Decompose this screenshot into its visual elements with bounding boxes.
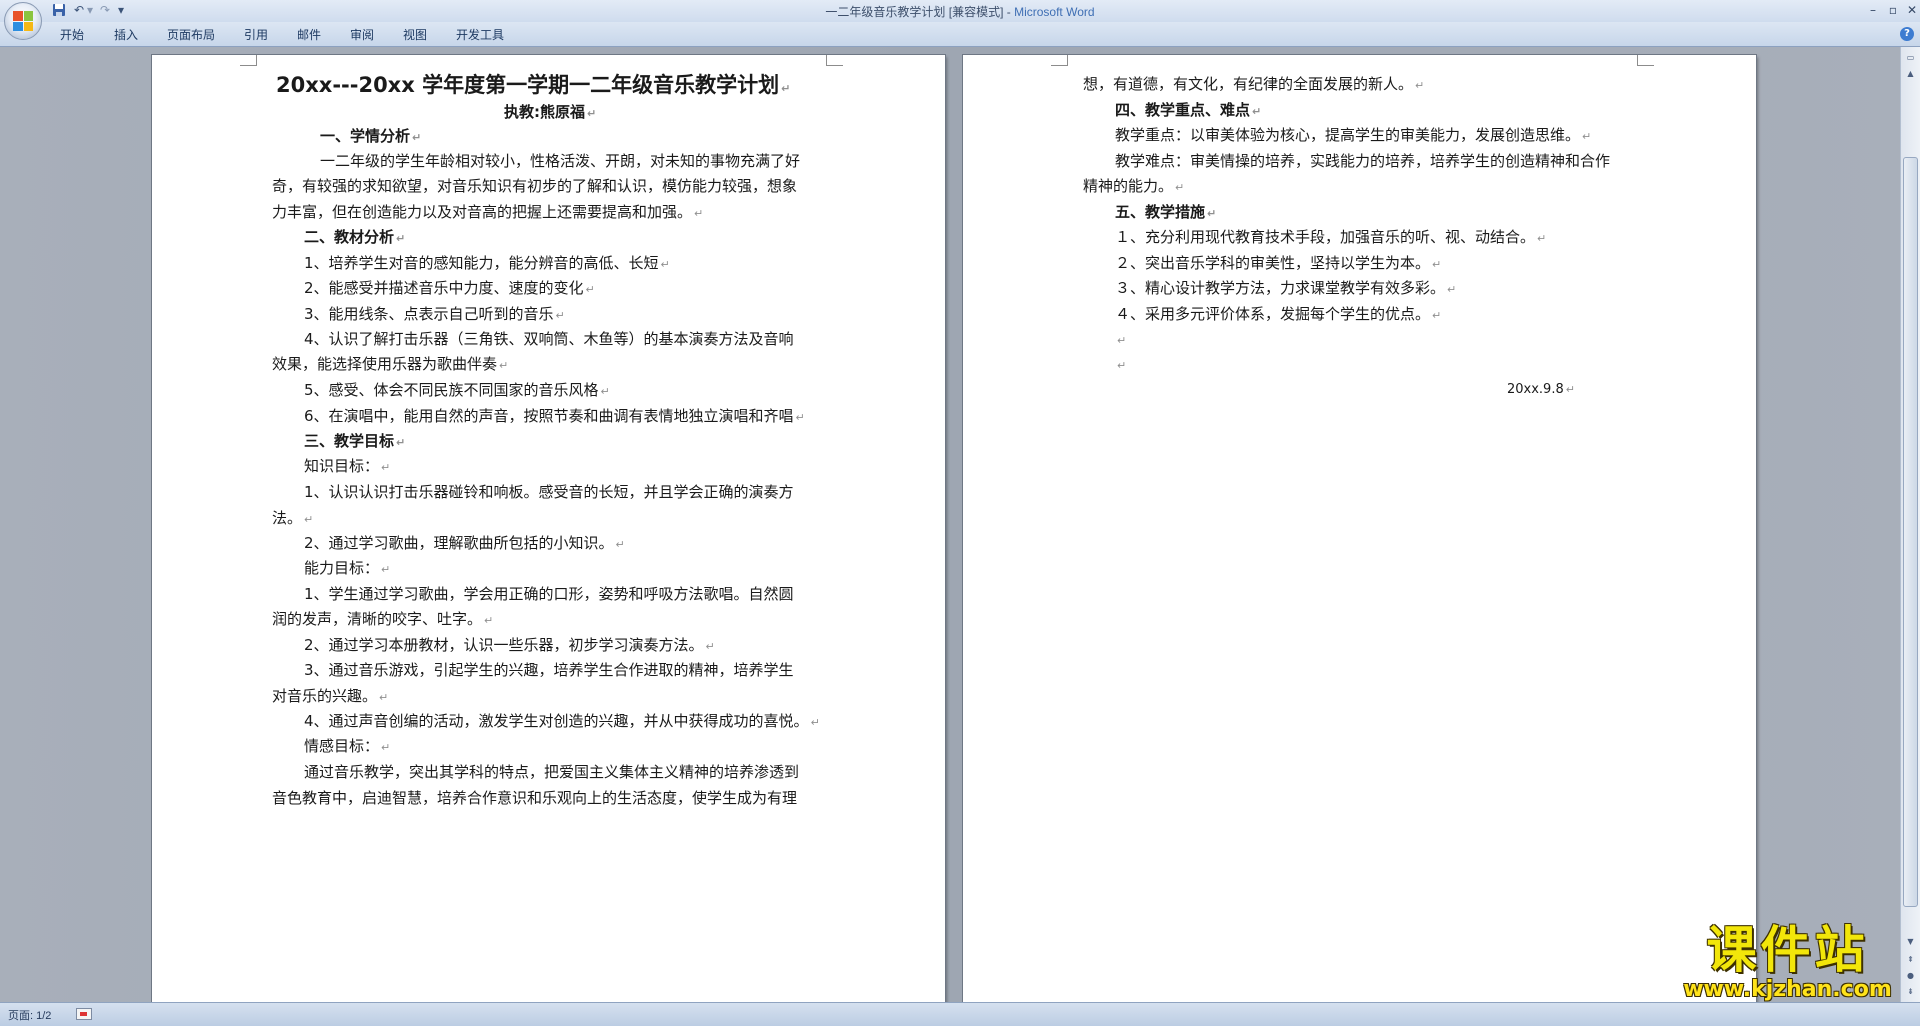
subheading[interactable]: 知识目标： ↵ <box>304 456 390 478</box>
proofing-status-icon[interactable] <box>76 1008 92 1020</box>
list-item[interactable]: 4、通过声音创编的活动，激发学生对创造的兴趣，并从中获得成功的喜悦。 ↵ <box>304 711 820 733</box>
list-item[interactable]: 1、认识认识打击乐器碰铃和响板。感受音的长短，并且学会正确的演奏方 <box>304 482 794 502</box>
paragraph-line[interactable]: 通过音乐教学，突出其学科的特点，把爱国主义集体主义精神的培养渗透到 <box>304 762 799 782</box>
list-item[interactable]: 3、能用线条、点表示自己听到的音乐 ↵ <box>304 304 565 326</box>
list-item[interactable]: 2、能感受并描述音乐中力度、速度的变化 ↵ <box>304 278 595 300</box>
ribbon-tabs: 开始 插入 页面布局 引用 邮件 审阅 视图 开发工具 ? <box>0 22 1920 47</box>
watermark-logo: 课件站 www.kjzhan.com <box>1670 922 1905 1002</box>
section-heading[interactable]: 一、学情分析 ↵ <box>320 126 421 148</box>
document-name: 一二年级音乐教学计划 [兼容模式] - <box>825 5 1015 19</box>
list-item[interactable]: 1、学生通过学习歌曲，学会用正确的口形，姿势和呼吸方法歌唱。自然圆 <box>304 584 794 604</box>
list-item[interactable]: 效果，能选择使用乐器为歌曲伴奏 ↵ <box>272 354 508 376</box>
empty-paragraph[interactable]: ↵ <box>1115 354 1126 376</box>
tab-review[interactable]: 审阅 <box>350 26 374 43</box>
list-item[interactable]: 法。 ↵ <box>272 508 313 530</box>
previous-page-icon[interactable]: ⇞ <box>1903 953 1918 967</box>
list-item[interactable]: 2、通过学习歌曲，理解歌曲所包括的小知识。 ↵ <box>304 533 625 555</box>
list-item[interactable]: ３、精心设计教学方法，力求课堂教学有效多彩。 ↵ <box>1115 278 1456 300</box>
browse-object-icon[interactable]: ● <box>1903 969 1918 983</box>
section-heading[interactable]: 二、教材分析 ↵ <box>304 227 405 249</box>
scroll-up-icon[interactable]: ▲ <box>1903 67 1918 81</box>
crop-mark <box>826 55 843 66</box>
vertical-scrollbar[interactable]: ▭ ▲ ▼ ⇞ ● ⇟ <box>1900 47 1920 1002</box>
subheading[interactable]: 能力目标： ↵ <box>304 558 390 580</box>
paragraph-line[interactable]: 一二年级的学生年龄相对较小，性格活泼、开朗，对未知的事物充满了好 <box>320 151 800 171</box>
next-page-icon[interactable]: ⇟ <box>1903 985 1918 999</box>
tab-developer[interactable]: 开发工具 <box>456 26 504 43</box>
tab-mailings[interactable]: 邮件 <box>297 26 321 43</box>
document-author[interactable]: 执教:熊原福 ↵ <box>504 102 596 124</box>
crop-mark <box>1051 55 1068 66</box>
section-heading[interactable]: 四、教学重点、难点 ↵ <box>1115 100 1261 122</box>
list-item[interactable]: 4、认识了解打击乐器（三角铁、双响筒、木鱼等）的基本演奏方法及音响 <box>304 329 794 349</box>
tab-insert[interactable]: 插入 <box>114 26 138 43</box>
window-title: 一二年级音乐教学计划 [兼容模式] - Microsoft Word <box>0 3 1920 20</box>
list-item[interactable]: 5、感受、体会不同民族不同国家的音乐风格 ↵ <box>304 380 610 402</box>
list-item[interactable]: 2、通过学习本册教材，认识一些乐器，初步学习演奏方法。 ↵ <box>304 635 715 657</box>
paragraph-line[interactable]: 精神的能力。 ↵ <box>1083 176 1184 198</box>
restore-button[interactable]: ▫ <box>1886 1 1900 19</box>
list-item[interactable]: ４、采用多元评价体系，发掘每个学生的优点。 ↵ <box>1115 304 1441 326</box>
page-count-status[interactable]: 页面: 1/2 <box>8 1007 51 1023</box>
scrollbar-thumb[interactable] <box>1903 157 1918 907</box>
list-item[interactable]: １、充分利用现代教育技术手段，加强音乐的听、视、动结合。 ↵ <box>1115 227 1546 249</box>
subheading[interactable]: 情感目标： ↵ <box>304 736 390 758</box>
scroll-down-icon[interactable]: ▼ <box>1903 935 1918 949</box>
title-bar: ↶ ▾ ↷ ▾ 一二年级音乐教学计划 [兼容模式] - Microsoft Wo… <box>0 0 1920 22</box>
paragraph-line[interactable]: 教学难点：审美情操的培养，实践能力的培养，培养学生的创造精神和合作 <box>1115 151 1610 171</box>
section-heading[interactable]: 三、教学目标 ↵ <box>304 431 405 453</box>
paragraph-line[interactable]: 教学重点：以审美体验为核心，提高学生的审美能力，发展创造思维。 ↵ <box>1115 125 1591 147</box>
paragraph-line[interactable]: 音色教育中，启迪智慧，培养合作意识和乐观向上的生活态度，使学生成为有理 <box>272 788 797 808</box>
page-1[interactable]: 20xx---20xx 学年度第一学期一二年级音乐教学计划 ↵ 执教:熊原福 ↵ 一… <box>152 55 945 1002</box>
watermark-url: www.kjzhan.com <box>1683 977 1892 1002</box>
crop-mark <box>240 55 257 66</box>
list-item[interactable]: 1、培养学生对音的感知能力，能分辨音的高低、长短 ↵ <box>304 253 670 275</box>
minimize-button[interactable]: – <box>1866 1 1880 19</box>
watermark-title: 课件站 <box>1706 921 1869 979</box>
document-title[interactable]: 20xx---20xx 学年度第一学期一二年级音乐教学计划 ↵ <box>276 72 790 102</box>
close-button[interactable]: ✕ <box>1905 1 1919 19</box>
page-2[interactable]: 想，有道德，有文化，有纪律的全面发展的新人。 ↵ 四、教学重点、难点 ↵ 教学重点：… <box>963 55 1756 1002</box>
document-area[interactable]: 20xx---20xx 学年度第一学期一二年级音乐教学计划 ↵ 执教:熊原福 ↵ 一… <box>0 47 1900 1002</box>
tab-home[interactable]: 开始 <box>60 26 84 43</box>
paragraph-line[interactable]: 奇，有较强的求知欲望，对音乐知识有初步的了解和认识，模仿能力较强，想象 <box>272 176 797 196</box>
crop-mark <box>1637 55 1654 66</box>
paragraph-line[interactable]: 力丰富，但在创造能力以及对音高的把握上还需要提高和加强。 ↵ <box>272 202 703 224</box>
tab-references[interactable]: 引用 <box>244 26 268 43</box>
list-item[interactable]: 3、通过音乐游戏，引起学生的兴趣，培养学生合作进取的精神，培养学生 <box>304 660 794 680</box>
list-item[interactable]: 对音乐的兴趣。 ↵ <box>272 686 388 708</box>
office-button[interactable] <box>4 2 42 40</box>
paragraph-line[interactable]: 想，有道德，有文化，有纪律的全面发展的新人。 ↵ <box>1083 74 1424 96</box>
status-bar: 页面: 1/2 <box>0 1002 1920 1026</box>
app-name: Microsoft Word <box>1014 5 1095 19</box>
ruler-toggle-icon[interactable]: ▭ <box>1903 51 1918 65</box>
tab-page-layout[interactable]: 页面布局 <box>167 26 215 43</box>
list-item[interactable]: 润的发声，清晰的咬字、吐字。 ↵ <box>272 609 493 631</box>
list-item[interactable]: 6、在演唱中，能用自然的声音，按照节奏和曲调有表情地独立演唱和齐唱 ↵ <box>304 406 805 428</box>
document-date[interactable]: 20xx.9.8 ↵ <box>1507 380 1575 400</box>
help-icon[interactable]: ? <box>1900 27 1914 41</box>
tab-view[interactable]: 视图 <box>403 26 427 43</box>
section-heading[interactable]: 五、教学措施 ↵ <box>1115 202 1216 224</box>
empty-paragraph[interactable]: ↵ <box>1115 329 1126 351</box>
office-logo-icon <box>13 11 33 31</box>
list-item[interactable]: ２、突出音乐学科的审美性，坚持以学生为本。 ↵ <box>1115 253 1441 275</box>
